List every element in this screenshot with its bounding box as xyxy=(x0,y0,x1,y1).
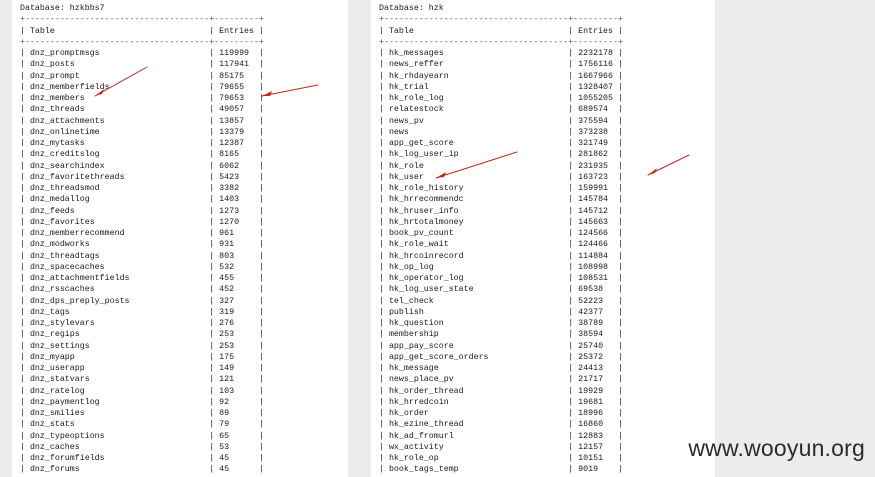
table-row: | dnz_spacecaches | 532 | xyxy=(20,262,264,272)
table-row: | app_get_score_orders | 25372 | xyxy=(379,352,623,362)
table-row: | news_reffer | 1756116 | xyxy=(379,60,623,70)
table-row: | book_pv_count | 124566 | xyxy=(379,229,623,238)
table-row: | hk_role_log | 1055205 | xyxy=(379,94,623,103)
table-row: | hk_message | 24413 | xyxy=(379,364,623,373)
table-row: | dnz_threads | 49057 | xyxy=(20,105,264,115)
table-row: | dnz_paymentlog | 92 | xyxy=(20,397,264,407)
table-row: | tel_check | 52223 | xyxy=(379,296,623,306)
table-row: | hk_hrrecommendc | 145784 | xyxy=(379,195,623,205)
table-row: | dnz_myapp | 175 | xyxy=(20,352,264,362)
table-row: | dnz_searchindex | 6062 | xyxy=(20,161,264,171)
table-row: | news_pv | 375594 | xyxy=(379,116,623,126)
table-row: | app_get_score | 321749 | xyxy=(379,139,623,148)
table-row: | dnz_regips | 253 | xyxy=(20,330,264,340)
table-row: | dnz_mytasks | 12387 | xyxy=(20,139,264,148)
table-row: | dnz_typeoptions | 65 | xyxy=(20,431,264,441)
table-row: | hk_order_thread | 19929 | xyxy=(379,386,623,396)
table-row: | hk_role_history | 159991 | xyxy=(379,184,623,193)
table-row: | hk_order | 18996 | xyxy=(379,409,623,418)
table-row: | dnz_memberfields | 79655 | xyxy=(20,82,264,92)
table-row: | hk_ad_fromurl | 12883 | xyxy=(379,431,623,441)
table-row: | dnz_medallog | 1403 | xyxy=(20,195,264,205)
table-row: | dnz_ratelog | 103 | xyxy=(20,386,264,396)
table-row: | hk_log_user_ip | 281862 | xyxy=(379,150,623,160)
table-row: | hk_hrcoinrecord | 114884 | xyxy=(379,251,623,261)
table-row: | dnz_smilies | 89 | xyxy=(20,409,264,418)
table-row: | dnz_memberrecommend | 961 | xyxy=(20,229,264,238)
table-row: | dnz_promptmsgs | 119999 | xyxy=(20,49,264,58)
database-title: Database: hzk xyxy=(379,4,444,13)
table-body: | hk_messages | 2232178 | | news_reffer |… xyxy=(379,48,715,476)
table-row: | dnz_forums | 45 | xyxy=(20,465,264,475)
table-row: | dnz_tags | 319 | xyxy=(20,307,264,317)
table-row: | hk_trial | 1328407 | xyxy=(379,82,623,92)
table-row: | hk_operator_log | 108531 | xyxy=(379,274,623,283)
table-header: | Table | Entries | xyxy=(379,26,623,36)
table-row: | news | 373238 | xyxy=(379,127,623,137)
table-row: | dnz_statvars | 121 | xyxy=(20,375,264,385)
watermark-text: www.wooyun.org xyxy=(688,435,865,461)
table-row: | hk_rhdayearn | 1667966 | xyxy=(379,71,623,81)
table-row: | hk_log_user_state | 69538 | xyxy=(379,285,623,295)
table-row: | dnz_attachmentfields | 455 | xyxy=(20,274,264,283)
right-table-listing: Database: hzk +-------------------------… xyxy=(379,3,715,476)
database-title: Database: hzkbbs7 xyxy=(20,4,105,13)
table-header: | Table | Entries | xyxy=(20,26,264,36)
table-row: | hk_user | 163723 | xyxy=(379,172,623,182)
table-row: | hk_hrredcoin | 19681 | xyxy=(379,397,623,407)
table-row: | relatestock | 689574 | xyxy=(379,105,623,115)
table-row: | hk_role_wait | 124466 | xyxy=(379,240,623,250)
table-body: | dnz_promptmsgs | 119999 | | dnz_posts |… xyxy=(20,48,348,477)
table-row: | membership | 38594 | xyxy=(379,330,623,340)
table-row: | dnz_attachments | 13857 | xyxy=(20,116,264,126)
table-row: | hk_messages | 2232178 | xyxy=(379,49,623,58)
table-row: | dnz_userapp | 149 | xyxy=(20,364,264,373)
table-row: | hk_ezine_thread | 16860 | xyxy=(379,420,623,430)
table-row: | dnz_feeds | 1273 | xyxy=(20,206,264,216)
table-row: | dnz_caches | 53 | xyxy=(20,442,264,452)
table-row: | dnz_favoritethreads | 5423 | xyxy=(20,172,264,182)
table-border: +-------------------------------------+-… xyxy=(20,15,264,25)
table-row: | hk_role_op | 10151 | xyxy=(379,454,623,463)
table-row: | wx_activity | 12157 | xyxy=(379,442,623,452)
table-row: | dnz_onlinetime | 13379 | xyxy=(20,127,264,137)
table-row: | dnz_rsscaches | 452 | xyxy=(20,285,264,295)
table-row: | dnz_posts | 117941 | xyxy=(20,60,264,70)
table-row: | dnz_modworks | 931 | xyxy=(20,240,264,250)
table-row: | dnz_stylevars | 276 | xyxy=(20,319,264,328)
table-row: | book_tags_temp | 9019 | xyxy=(379,465,623,475)
table-row: | dnz_threadtags | 803 | xyxy=(20,251,264,261)
table-row: | dnz_creditslog | 8165 | xyxy=(20,150,264,160)
table-border: +-------------------------------------+-… xyxy=(379,15,623,25)
right-output-panel: Database: hzk +-------------------------… xyxy=(371,0,715,477)
table-row: | dnz_members | 79653 | xyxy=(20,94,264,103)
left-table-listing: Database: hzkbbs7 +---------------------… xyxy=(20,3,348,477)
table-row: | publish | 42377 | xyxy=(379,307,623,317)
table-row: | dnz_forumfields | 45 | xyxy=(20,454,264,463)
table-row: | hk_question | 38789 | xyxy=(379,319,623,328)
table-row: | dnz_settings | 253 | xyxy=(20,341,264,351)
table-border: +-------------------------------------+-… xyxy=(20,37,264,47)
left-output-panel: Database: hzkbbs7 +---------------------… xyxy=(12,0,348,477)
table-row: | news_place_pv | 21717 | xyxy=(379,375,623,385)
table-row: | dnz_favorites | 1270 | xyxy=(20,217,264,227)
table-row: | hk_role | 231935 | xyxy=(379,161,623,171)
table-row: | hk_hrtotalmoney | 145663 | xyxy=(379,217,623,227)
table-row: | hk_op_log | 108998 | xyxy=(379,262,623,272)
table-row: | dnz_threadsmod | 3382 | xyxy=(20,184,264,193)
table-row: | dnz_stats | 79 | xyxy=(20,420,264,430)
table-row: | dnz_dps_preply_posts | 327 | xyxy=(20,296,264,306)
table-row: | app_pay_score | 25740 | xyxy=(379,341,623,351)
table-border: +-------------------------------------+-… xyxy=(379,37,623,47)
table-row: | hk_hruser_info | 145712 | xyxy=(379,206,623,216)
table-row: | dnz_prompt | 85175 | xyxy=(20,71,264,81)
